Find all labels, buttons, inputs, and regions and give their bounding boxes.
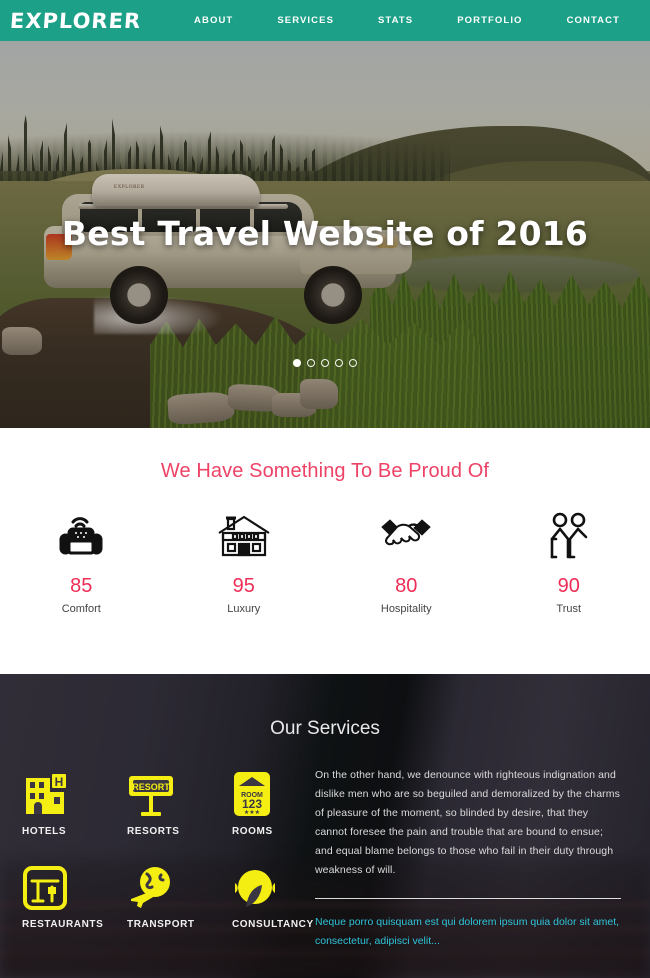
service-label: HOTELS [22, 826, 67, 837]
carousel-dot-2[interactable] [307, 359, 315, 367]
nav-item-contact[interactable]: CONTACT [545, 15, 642, 26]
carousel-dot-5[interactable] [349, 359, 357, 367]
service-label: CONSULTANCY [231, 919, 314, 930]
svg-text:RESORT: RESORT [132, 782, 170, 792]
headset-support-icon [232, 859, 315, 911]
service-hotels[interactable]: H HOTELS [0, 766, 105, 837]
stat-value: 90 [557, 575, 580, 597]
stat-label: Hospitality [380, 603, 432, 615]
two-people-icon [488, 509, 650, 563]
service-label: RESTAURANTS [22, 919, 104, 930]
nav-item-stats[interactable]: STATS [356, 15, 435, 26]
stat-hospitality: 80 Hospitality [325, 509, 488, 615]
carousel-dot-4[interactable] [335, 359, 343, 367]
service-label: TRANSPORT [126, 919, 195, 930]
service-resorts[interactable]: RESORT RESORTS [105, 766, 210, 837]
hotel-building-icon: H [22, 766, 105, 818]
svg-text:★★★: ★★★ [244, 809, 260, 816]
stat-value: 85 [70, 575, 93, 597]
services-content: Our Services H HOTELS RESORT RESORTS ROO… [0, 674, 650, 952]
carousel-dots [0, 359, 650, 367]
hero-banner: EXPLORER Best Travel Website of 2016 [0, 41, 650, 428]
services-icon-grid: H HOTELS RESORT RESORTS ROOM 123 ★★★ ROO… [0, 766, 315, 952]
svg-text:123: 123 [242, 797, 262, 811]
svg-text:H: H [55, 775, 64, 789]
services-quote: Neque porro quisquam est qui dolorem ips… [315, 916, 620, 947]
stat-label: Trust [556, 603, 582, 615]
service-restaurants[interactable]: RESTAURANTS [0, 859, 105, 930]
resort-sign-icon: RESORT [127, 766, 210, 818]
stats-row: 85 Comfort 95 Luxury 80 Hospitality 90 T… [0, 509, 650, 615]
services-heading: Our Services [270, 718, 380, 739]
globe-plane-icon [127, 859, 210, 911]
service-rooms[interactable]: ROOM 123 ★★★ ROOMS [210, 766, 315, 837]
stat-comfort: 85 Comfort [0, 509, 163, 615]
carousel-dot-1[interactable] [293, 359, 301, 367]
site-header: EXPLORER ABOUT SERVICES STATS PORTFOLIO … [0, 0, 650, 41]
services-text-column: On the other hand, we denounce with righ… [315, 766, 635, 952]
stats-heading: We Have Something To Be Proud Of [160, 460, 490, 482]
service-label: RESORTS [126, 826, 180, 837]
site-logo[interactable]: EXPLORER [9, 9, 142, 33]
service-label: ROOMS [231, 826, 273, 837]
services-paragraph: On the other hand, we denounce with righ… [315, 769, 620, 876]
stat-label: Comfort [61, 603, 101, 615]
nav-item-services[interactable]: SERVICES [255, 15, 356, 26]
services-divider [315, 898, 621, 899]
armchair-wifi-icon [0, 509, 163, 563]
stat-value: 80 [395, 575, 418, 597]
stats-section: We Have Something To Be Proud Of 85 Comf… [0, 428, 650, 674]
main-nav: ABOUT SERVICES STATS PORTFOLIO CONTACT [172, 15, 642, 26]
services-section: Our Services H HOTELS RESORT RESORTS ROO… [0, 674, 650, 978]
stat-luxury: 95 Luxury [163, 509, 326, 615]
stat-trust: 90 Trust [488, 509, 650, 615]
stat-value: 95 [232, 575, 255, 597]
handshake-icon [325, 509, 488, 563]
services-columns: H HOTELS RESORT RESORTS ROOM 123 ★★★ ROO… [0, 740, 650, 952]
service-consultancy[interactable]: CONSULTANCY [210, 859, 315, 930]
hero-headline: Best Travel Website of 2016 [61, 214, 589, 253]
nav-item-portfolio[interactable]: PORTFOLIO [435, 15, 544, 26]
carousel-dot-3[interactable] [321, 359, 329, 367]
stat-label: Luxury [227, 603, 261, 615]
restaurant-table-icon [22, 859, 105, 911]
room-number-tag-icon: ROOM 123 ★★★ [232, 766, 315, 818]
service-transport[interactable]: TRANSPORT [105, 859, 210, 930]
nav-item-about[interactable]: ABOUT [172, 15, 255, 26]
house-icon [163, 509, 326, 563]
